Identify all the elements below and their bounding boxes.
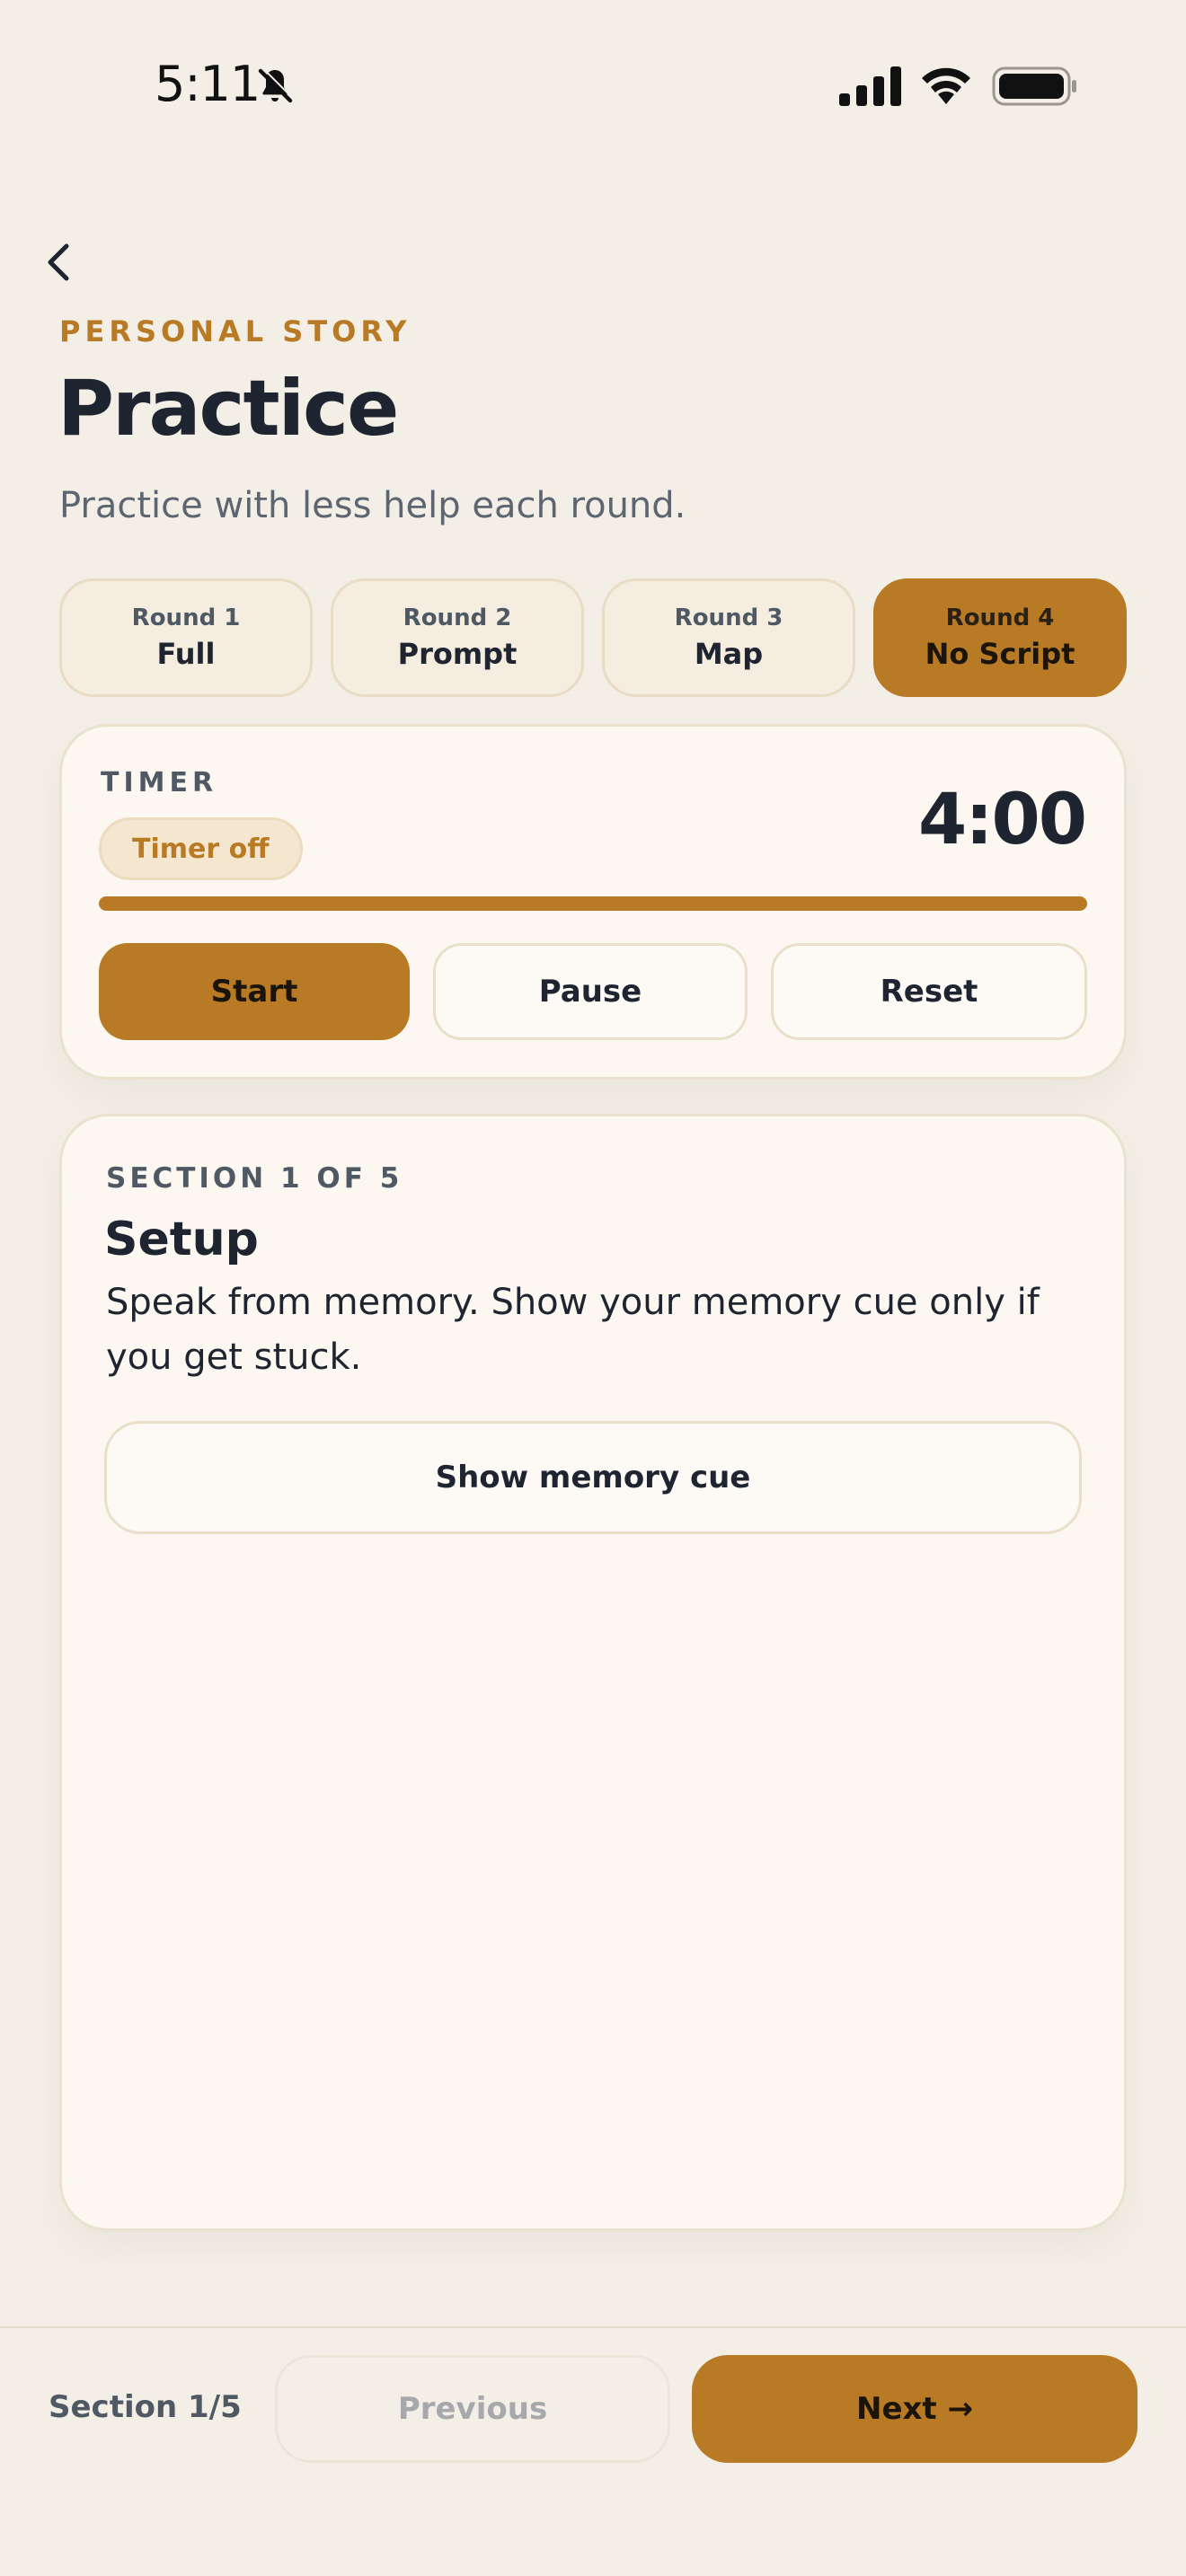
round-label: Round 4 [945, 604, 1055, 631]
show-memory-cue-button[interactable]: Show memory cue [104, 1421, 1082, 1534]
section-instructions: Speak from memory. Show your memory cue … [106, 1282, 1040, 1378]
battery-icon [992, 66, 1076, 106]
tab-round-4[interactable]: Round 4 No Script [873, 578, 1127, 697]
page-title: Practice [58, 364, 399, 454]
footer-divider [0, 2326, 1186, 2328]
status-time: 5:11 [155, 56, 261, 112]
pause-button[interactable]: Pause [433, 943, 748, 1040]
timer-label: TIMER [101, 767, 218, 798]
next-button[interactable]: Next → [692, 2355, 1137, 2463]
round-name: Full [156, 637, 216, 671]
reset-button[interactable]: Reset [771, 943, 1087, 1040]
timer-status-badge: Timer off [99, 817, 303, 880]
start-button[interactable]: Start [99, 943, 410, 1040]
bell-slash-icon [258, 67, 294, 103]
round-name: No Script [925, 637, 1075, 671]
round-label: Round 3 [674, 604, 783, 631]
section-title: Setup [104, 1213, 259, 1266]
timer-progress-fill [99, 896, 1087, 911]
chevron-left-icon[interactable] [41, 235, 77, 289]
tab-round-1[interactable]: Round 1 Full [59, 578, 313, 697]
cellular-signal-icon [839, 66, 901, 106]
section-counter: SECTION 1 OF 5 [106, 1162, 403, 1195]
tab-round-3[interactable]: Round 3 Map [602, 578, 855, 697]
wifi-icon [922, 67, 970, 104]
round-name: Prompt [397, 637, 518, 671]
page-subtitle: Practice with less help each round. [59, 485, 686, 526]
round-name: Map [694, 637, 764, 671]
round-label: Round 2 [403, 604, 512, 631]
timer-progress-bar [99, 896, 1087, 911]
previous-button[interactable]: Previous [275, 2355, 670, 2463]
tab-round-2[interactable]: Round 2 Prompt [331, 578, 584, 697]
eyebrow-label: PERSONAL STORY [59, 314, 412, 348]
footer-section-indicator: Section 1/5 [49, 2389, 242, 2425]
timer-value: 4:00 [917, 780, 1087, 860]
round-label: Round 1 [131, 604, 241, 631]
